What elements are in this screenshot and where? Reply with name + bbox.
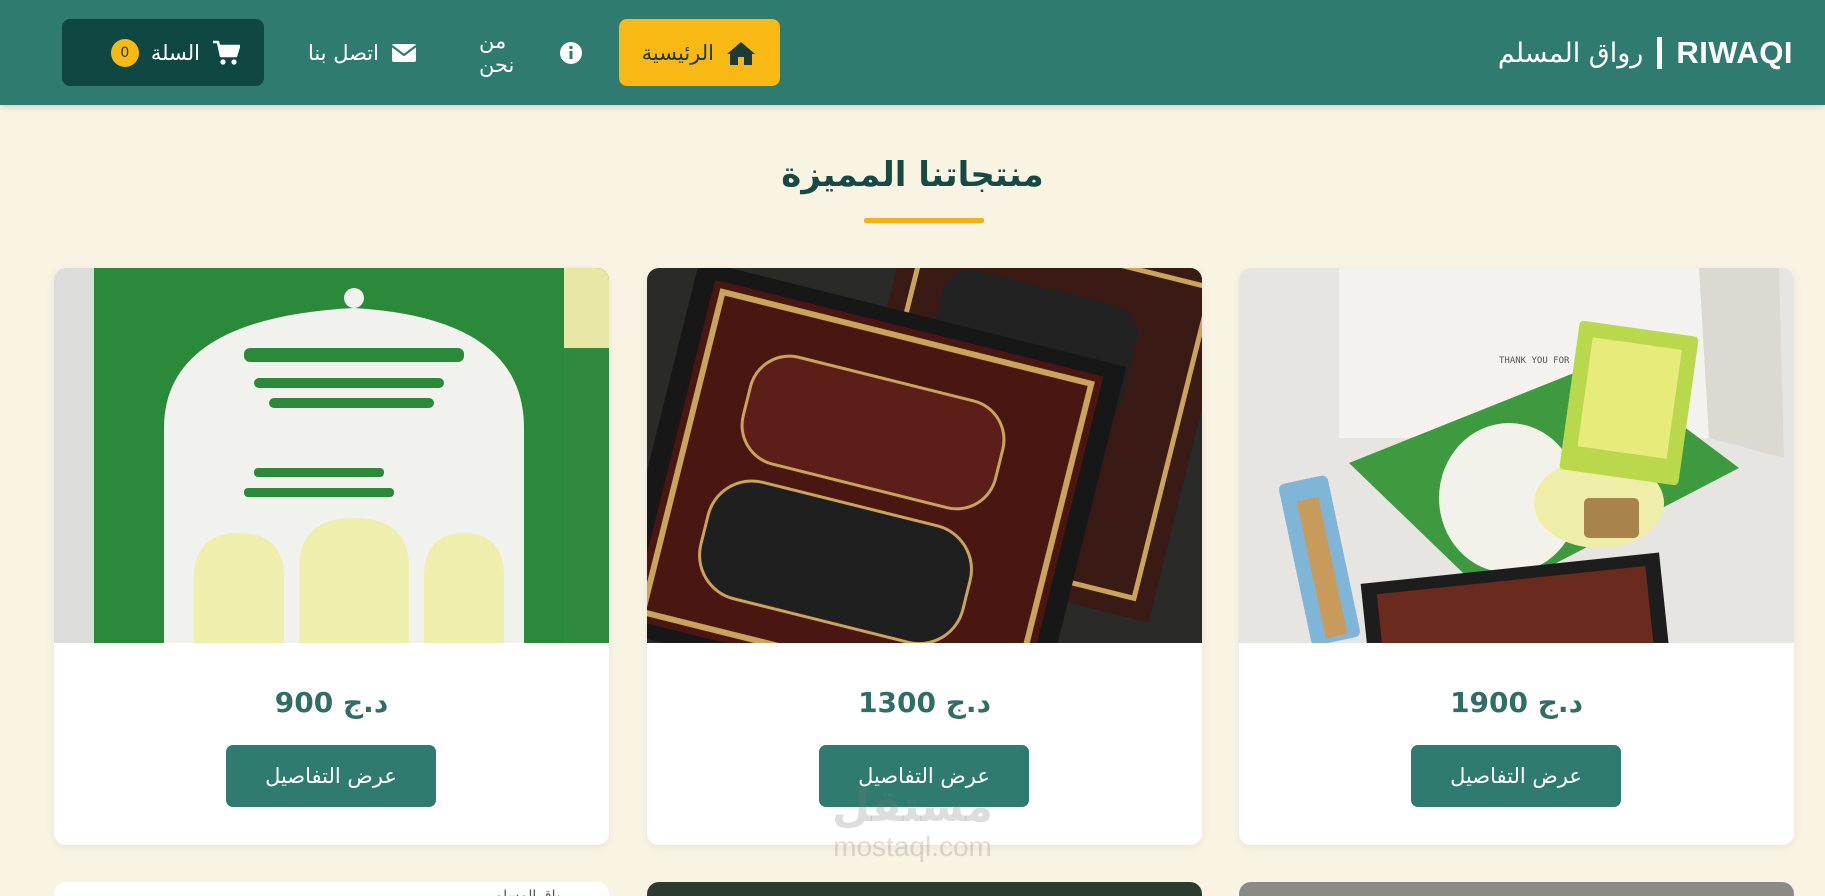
product-price: 1300 د.ج <box>858 686 991 719</box>
product-card[interactable]: THANK YOU FOR CHOOSING US 1900 د.ج عرض ا… <box>1239 268 1794 845</box>
view-details-button[interactable]: عرض التفاصيل <box>819 745 1029 807</box>
product-card-next[interactable] <box>1239 882 1794 896</box>
nav-cart-button[interactable]: السلة 0 <box>62 19 264 86</box>
cart-count-badge: 0 <box>110 38 139 67</box>
product-image[interactable]: THANK YOU FOR CHOOSING US <box>1239 268 1794 643</box>
home-icon <box>726 40 756 66</box>
site-header: RIWAQI رواق المسلم الرئيسية من نحن اتصل … <box>0 0 1825 105</box>
title-underline <box>864 218 984 223</box>
brand-name-en: RIWAQI <box>1676 35 1793 70</box>
product-image[interactable] <box>54 268 609 643</box>
product-image[interactable] <box>647 268 1202 643</box>
product-card-next[interactable]: رواق المسلم <box>54 882 609 896</box>
shopping-cart-icon <box>212 40 240 66</box>
nav-about-label: من نحن <box>479 28 515 77</box>
product-card-next[interactable] <box>647 882 1202 896</box>
nav-contact-label: اتصل بنا <box>307 40 379 65</box>
broken-image-alt: رواق المسلم <box>493 888 569 896</box>
nav-home-label: الرئيسية <box>641 40 714 65</box>
envelope-icon <box>391 43 417 63</box>
view-details-button[interactable]: عرض التفاصيل <box>226 745 436 807</box>
product-price: 1900 د.ج <box>1450 686 1583 719</box>
product-card[interactable]: 900 د.ج عرض التفاصيل <box>54 268 609 845</box>
brand-separator <box>1657 37 1663 69</box>
nav-contact-button[interactable]: اتصل بنا <box>283 19 441 86</box>
section-title: منتجاتنا المميزة <box>781 155 1044 195</box>
product-card[interactable]: 1300 د.ج عرض التفاصيل <box>647 268 1202 845</box>
brand-logo[interactable]: RIWAQI رواق المسلم <box>1498 30 1793 76</box>
nav-cart-label: السلة <box>150 40 200 65</box>
product-price: 900 د.ج <box>274 686 389 719</box>
info-icon <box>559 41 583 65</box>
brand-name-ar: رواق المسلم <box>1497 37 1644 69</box>
nav-home-button[interactable]: الرئيسية <box>619 19 780 86</box>
nav-about-button[interactable]: من نحن <box>455 19 607 86</box>
view-details-button[interactable]: عرض التفاصيل <box>1411 745 1621 807</box>
